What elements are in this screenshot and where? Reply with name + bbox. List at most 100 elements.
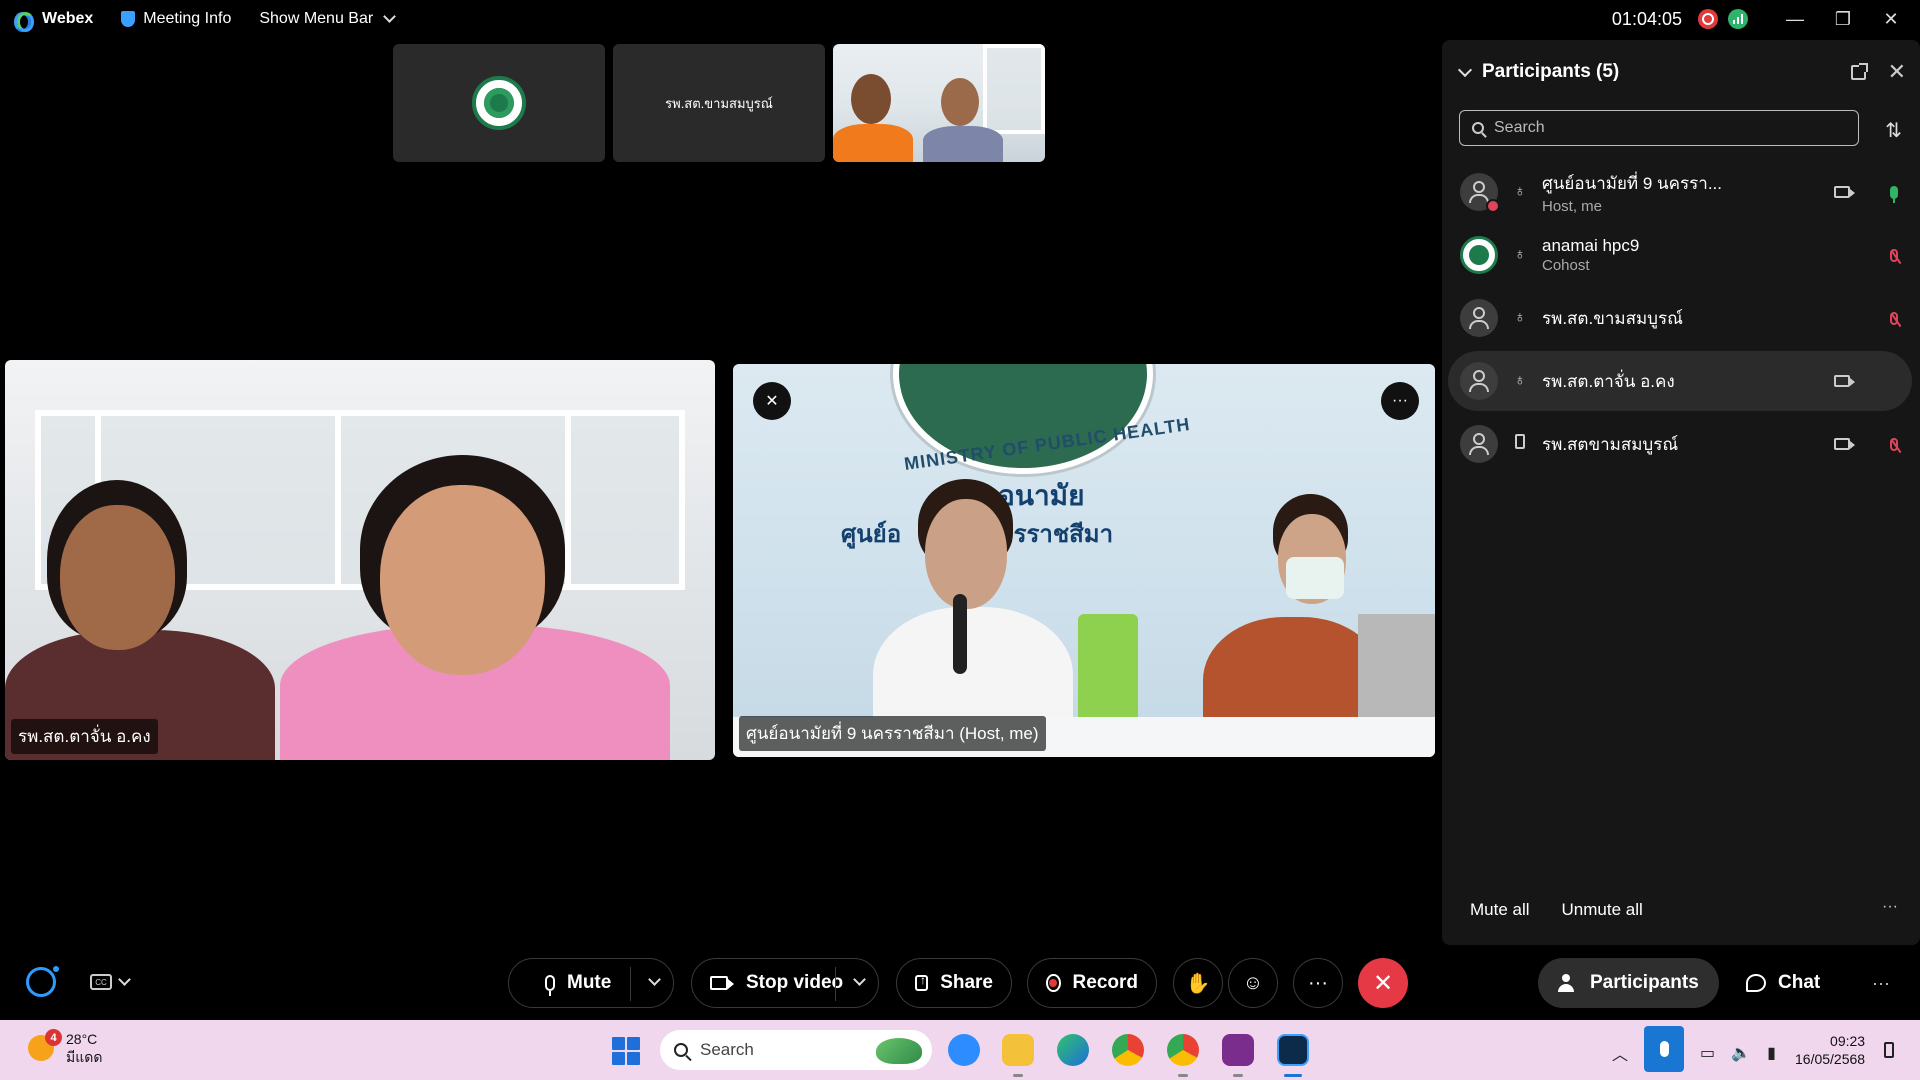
- more-icon[interactable]: ···: [1381, 382, 1419, 420]
- show-menu-bar-button[interactable]: Show Menu Bar: [245, 0, 408, 38]
- pdf-app-icon[interactable]: [1222, 1034, 1254, 1066]
- participant-name: รพ.สต.ขามสมบูรณ์: [1542, 308, 1683, 328]
- webex-app-menu[interactable]: Webex: [0, 0, 107, 38]
- participants-more-button[interactable]: ···: [1882, 898, 1898, 916]
- microphone-in-use-icon[interactable]: [1644, 1026, 1685, 1072]
- network-health-icon[interactable]: [1728, 9, 1748, 29]
- mic-muted-icon[interactable]: [1890, 437, 1898, 451]
- unmute-all-button[interactable]: Unmute all: [1562, 900, 1643, 920]
- thumb-window: [983, 44, 1045, 134]
- share-button[interactable]: Share: [896, 958, 1012, 1008]
- stop-video-label: Stop video: [746, 972, 844, 993]
- app-name: Webex: [42, 10, 94, 27]
- chevron-up-icon[interactable]: ︿: [1612, 1041, 1628, 1065]
- webex-logo-icon: [14, 12, 34, 32]
- system-tray: ︿ ▭ 🔈 ▮: [1612, 1026, 1776, 1072]
- mic-muted-icon[interactable]: [1890, 248, 1898, 262]
- end-meeting-button[interactable]: ✕: [1358, 958, 1408, 1008]
- mute-button[interactable]: Mute: [508, 958, 674, 1008]
- chevron-down-icon: [383, 10, 397, 23]
- headset-icon: ♁: [1514, 309, 1526, 326]
- mic-muted-icon[interactable]: [1890, 311, 1898, 325]
- meeting-controls: CC Mute Stop video Share Record ✋ ☺ ··· …: [0, 955, 1920, 1010]
- participant-row[interactable]: ♁ รพ.สต.ขามสมบูรณ์: [1448, 288, 1912, 348]
- show-menu-bar-label: Show Menu Bar: [259, 10, 374, 27]
- pop-out-icon[interactable]: [1850, 62, 1868, 80]
- recording-indicator-icon[interactable]: [1698, 9, 1718, 29]
- hand-icon: ✋: [1185, 972, 1211, 995]
- window-mullion: [565, 410, 571, 590]
- file-explorer-icon[interactable]: [1002, 1034, 1034, 1066]
- speaker-icon[interactable]: 🔈: [1731, 1043, 1751, 1063]
- reactions-button[interactable]: ☺: [1228, 958, 1278, 1008]
- more-panels-icon[interactable]: ···: [1872, 973, 1890, 994]
- chat-button[interactable]: Chat: [1726, 958, 1840, 1008]
- thumbnail-anamai-hpc9[interactable]: [393, 44, 605, 162]
- participant-row[interactable]: ♁ anamai hpc9 Cohost: [1448, 225, 1912, 285]
- avatar: [1460, 362, 1498, 400]
- avatar-logo: [1460, 236, 1498, 274]
- mic-active-icon[interactable]: [1890, 185, 1898, 203]
- video-options-chevron-icon[interactable]: [853, 973, 866, 986]
- chrome-profile-icon[interactable]: [1167, 1034, 1199, 1066]
- thumb-person-2: [923, 126, 1003, 162]
- close-icon: ✕: [1372, 969, 1394, 997]
- more-options-button[interactable]: ···: [1293, 958, 1343, 1008]
- window-mullion: [335, 410, 341, 590]
- notification-icon[interactable]: [1884, 1042, 1894, 1058]
- video-tile-tajan[interactable]: รพ.สต.ตาจั่น อ.คง: [5, 360, 715, 760]
- thumbnail-video[interactable]: [833, 44, 1045, 162]
- webex-taskbar-icon[interactable]: [1277, 1034, 1309, 1066]
- weather-temperature: 28°C: [66, 1031, 98, 1047]
- participants-toggle-button[interactable]: Participants: [1538, 958, 1719, 1008]
- emoji-icon: ☺: [1242, 971, 1264, 994]
- close-icon[interactable]: ✕: [1872, 0, 1910, 38]
- chrome-browser-icon[interactable]: [1112, 1034, 1144, 1066]
- sort-icon[interactable]: ⇅: [1885, 118, 1902, 143]
- meeting-info-button[interactable]: Meeting Info: [107, 0, 245, 38]
- restore-icon[interactable]: ❐: [1824, 0, 1862, 38]
- edge-browser-icon[interactable]: [1057, 1034, 1089, 1066]
- meeting-timer: 01:04:05: [1611, 8, 1682, 29]
- taskbar-search-placeholder: Search: [700, 1040, 754, 1059]
- participant-row[interactable]: ♁ ศูนย์อนามัยที่ 9 นครรา... Host, me: [1448, 162, 1912, 222]
- headset-icon: ♁: [1514, 246, 1526, 263]
- microphone-graphic: [953, 594, 967, 674]
- thumbnail-kham-somboon[interactable]: รพ.สต.ขามสมบูรณ์: [613, 44, 825, 162]
- thumb-person-1: [833, 124, 913, 162]
- battery-icon[interactable]: ▮: [1767, 1043, 1776, 1063]
- collapse-chevron-icon[interactable]: [1457, 62, 1473, 78]
- participants-footer: Mute all Unmute all: [1470, 900, 1643, 920]
- participants-icon: [1558, 974, 1578, 992]
- audio-options-chevron-icon[interactable]: [648, 973, 661, 986]
- record-button[interactable]: Record: [1027, 958, 1157, 1008]
- taskbar-search[interactable]: Search: [660, 1030, 932, 1070]
- windows-start-icon[interactable]: [612, 1037, 640, 1065]
- thumb-head-1: [851, 74, 891, 124]
- taskbar-clock[interactable]: 09:23 16/05/2568: [1795, 1032, 1865, 1068]
- zoom-app-icon[interactable]: [948, 1034, 980, 1066]
- participant-role: Host, me: [1542, 197, 1603, 215]
- close-panel-icon[interactable]: ✕: [1888, 61, 1906, 83]
- participant-search[interactable]: [1459, 110, 1859, 146]
- participants-label: Participants: [1590, 972, 1699, 993]
- captions-button[interactable]: CC: [90, 973, 131, 990]
- webex-assistant-icon[interactable]: [26, 966, 59, 997]
- display-icon[interactable]: ▭: [1700, 1043, 1715, 1063]
- participant-row[interactable]: รพ.สตขามสมบูรณ์: [1448, 414, 1912, 474]
- mute-all-button[interactable]: Mute all: [1470, 900, 1530, 920]
- person-right-head: [380, 485, 545, 675]
- participants-panel: Participants (5) ✕ ⇅ ♁ ศูนย์อนามัยที่ 9 …: [1442, 40, 1920, 945]
- participant-search-input[interactable]: [1494, 119, 1834, 137]
- participants-title: Participants (5): [1482, 61, 1620, 82]
- pin-icon[interactable]: ✕: [753, 382, 791, 420]
- stop-video-button[interactable]: Stop video: [691, 958, 879, 1008]
- weather-widget[interactable]: 4 28°C มีแดด: [28, 1029, 102, 1066]
- raise-hand-button[interactable]: ✋: [1173, 958, 1223, 1008]
- video-tile-host[interactable]: MINISTRY OF PUBLIC HEALTH อนามัย ศูนย์อ …: [733, 364, 1435, 757]
- phone-icon: [1512, 434, 1528, 454]
- participant-row[interactable]: ♁ รพ.สต.ตาจั่น อ.คง: [1448, 351, 1912, 411]
- minimize-icon[interactable]: —: [1776, 0, 1814, 38]
- participant-name-label: ศูนย์อนามัยที่ 9 นครราชสีมา (Host, me): [739, 716, 1046, 751]
- participant-role: Cohost: [1542, 257, 1590, 274]
